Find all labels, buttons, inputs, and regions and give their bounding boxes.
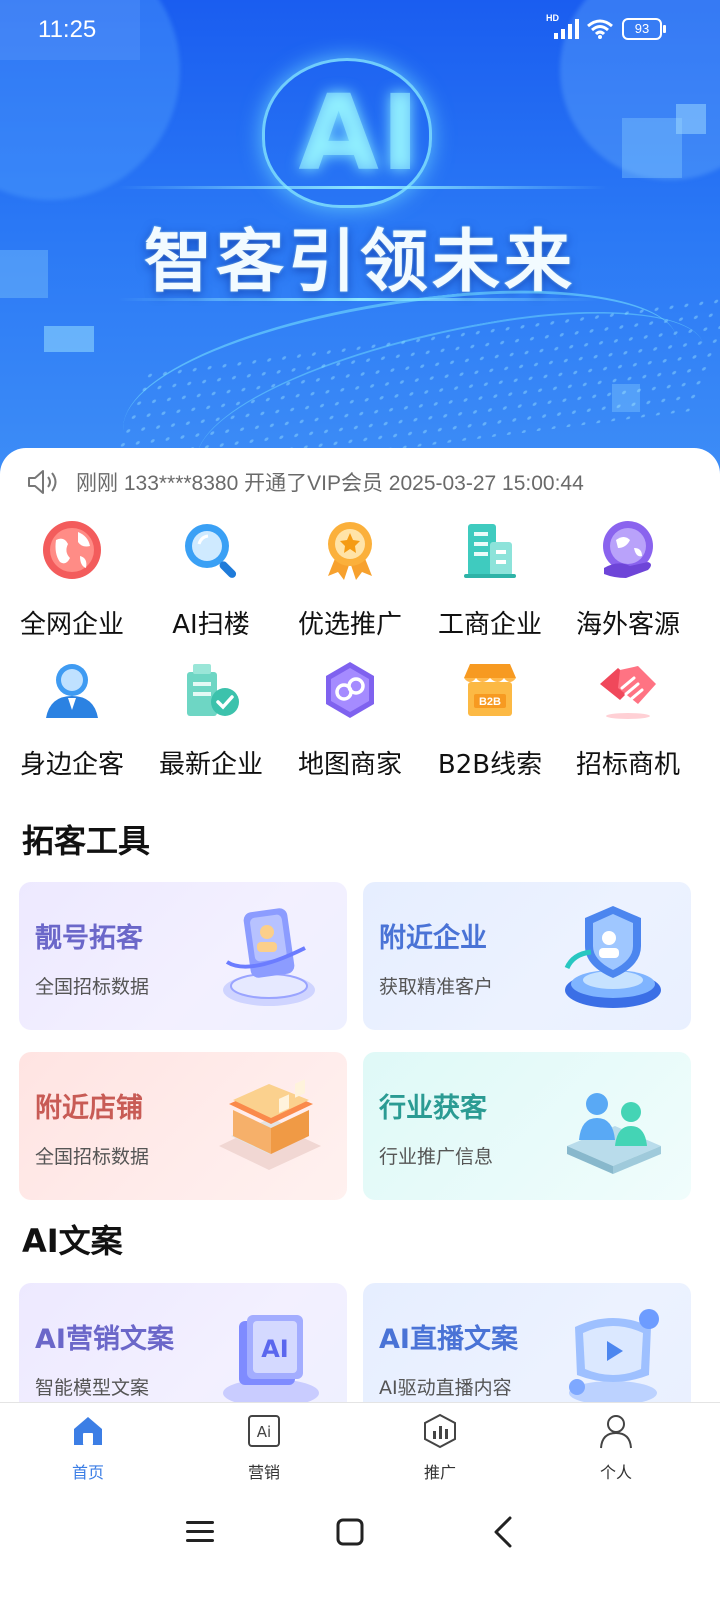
grid-label: 地图商家 [297, 750, 402, 780]
grid-label: 工商企业 [437, 610, 542, 640]
map-hexagon-icon [326, 662, 374, 718]
new-building-icon [187, 664, 239, 716]
card-subtitle: AI驱动直播内容 [379, 1377, 512, 1399]
speaker-icon [28, 470, 57, 494]
tab-home[interactable]: 首页 [28, 1403, 148, 1493]
card-ai-zhibo[interactable]: AI直播文案 AI驱动直播内容 [363, 1283, 691, 1408]
grid-item-youxuan[interactable]: 优选推广 [278, 518, 422, 648]
ai-cube-icon: AI [223, 1315, 319, 1407]
ai-box-icon: Ai [248, 1415, 280, 1447]
svg-text:Ai: Ai [257, 1423, 271, 1441]
system-nav-bar [0, 1492, 720, 1600]
card-subtitle: 行业推广信息 [379, 1146, 494, 1168]
grid-item-zhaobiao[interactable]: 招标商机 [556, 658, 700, 788]
card-subtitle: 全国招标数据 [35, 976, 150, 998]
card-subtitle: 智能模型文案 [35, 1377, 150, 1399]
grid-label: 招标商机 [575, 750, 680, 780]
building-icon [464, 524, 516, 578]
card-title: 附近企业 [379, 923, 487, 954]
bottom-nav: 首页 Ai 营销 推广 个人 [0, 1402, 720, 1492]
signal-icon [554, 19, 579, 39]
user-icon [600, 1415, 632, 1449]
card-ai-yingxiao[interactable]: AI营销文案 智能模型文案 AI [19, 1283, 347, 1408]
card-subtitle: 获取精准客户 [379, 976, 494, 998]
tab-profile[interactable]: 个人 [556, 1403, 676, 1493]
grid-label: B2B线索 [437, 750, 543, 780]
phone-card-icon [223, 908, 315, 1006]
card-title: 附近店铺 [35, 1093, 143, 1124]
globe-icon [43, 521, 101, 579]
person-icon [46, 664, 98, 718]
grid-label: 全网企业 [19, 610, 124, 640]
live-monitor-icon [569, 1309, 659, 1405]
tab-label: 推广 [423, 1463, 456, 1482]
handshake-icon [600, 666, 656, 719]
tab-label: 首页 [71, 1463, 104, 1482]
banner-ai-text: AI [298, 72, 422, 194]
grid-item-ditu[interactable]: 地图商家 [278, 658, 422, 788]
hexagon-chart-icon [424, 1413, 456, 1449]
back-icon[interactable] [484, 1512, 524, 1552]
grid-item-ai-saolou[interactable]: AI扫楼 [139, 518, 283, 648]
card-hangye-huoke[interactable]: 行业获客 行业推广信息 [363, 1052, 691, 1200]
home-icon [74, 1417, 102, 1445]
hero-banner[interactable]: AI 智客引领未来 [0, 0, 720, 500]
menu-icon[interactable] [180, 1512, 220, 1552]
main-content: 刚刚 133****8380 开通了VIP会员 2025-03-27 15:00… [0, 448, 720, 1408]
card-title: 行业获客 [379, 1093, 487, 1124]
card-fujin-dianpu[interactable]: 附近店铺 全国招标数据 [19, 1052, 347, 1200]
card-lianghao[interactable]: 靓号拓客 全国招标数据 [19, 882, 347, 1030]
home-button-icon[interactable] [330, 1512, 370, 1552]
shop-icon [219, 1079, 321, 1170]
grid-label: 海外客源 [575, 610, 680, 640]
card-subtitle: 全国招标数据 [35, 1146, 150, 1168]
ai-cube-text: AI [261, 1335, 289, 1363]
magnifier-icon [185, 524, 237, 578]
card-title: AI直播文案 [379, 1324, 518, 1355]
grid-item-quanwang[interactable]: 全网企业 [0, 518, 144, 648]
section-title-tools: 拓客工具 [12, 816, 150, 870]
tab-marketing[interactable]: Ai 营销 [204, 1403, 324, 1493]
grid-item-haiwai[interactable]: 海外客源 [556, 518, 700, 648]
tab-label: 营销 [247, 1463, 280, 1482]
notice-bar[interactable]: 刚刚 133****8380 开通了VIP会员 2025-03-27 15:00… [26, 464, 584, 500]
shield-icon [564, 906, 661, 1008]
medal-icon [328, 522, 372, 580]
grid-label: 最新企业 [158, 750, 263, 780]
grid-item-shenbian[interactable]: 身边企客 [0, 658, 144, 788]
tab-label: 个人 [599, 1463, 632, 1482]
b2b-store-icon: B2B [464, 664, 516, 716]
tab-promotion[interactable]: 推广 [380, 1403, 500, 1493]
grid-item-b2b[interactable]: B2B B2B线索 [418, 658, 562, 788]
grid-label: 优选推广 [297, 610, 402, 640]
card-fujin-qiye[interactable]: 附近企业 获取精准客户 [363, 882, 691, 1030]
grid-item-zuixin[interactable]: 最新企业 [139, 658, 283, 788]
notice-text: 刚刚 133****8380 开通了VIP会员 2025-03-27 15:00… [76, 472, 584, 495]
card-title: 靓号拓客 [35, 923, 143, 954]
section-title-ai: AI文案 [12, 1216, 123, 1270]
grid-label: 身边企客 [19, 750, 124, 780]
card-title: AI营销文案 [35, 1324, 174, 1355]
banner-slogan: 智客引领未来 [143, 223, 576, 302]
wifi-icon [587, 19, 613, 39]
status-time: 11:25 [38, 16, 97, 43]
battery-icon: 93 [622, 18, 666, 40]
grid-label: AI扫楼 [172, 610, 250, 640]
b2b-badge-text: B2B [479, 696, 501, 708]
people-platform-icon [567, 1093, 661, 1174]
status-bar: 11:25 HD 93 [0, 0, 720, 58]
world-hand-icon [603, 521, 653, 578]
grid-item-gongshang[interactable]: 工商企业 [418, 518, 562, 648]
